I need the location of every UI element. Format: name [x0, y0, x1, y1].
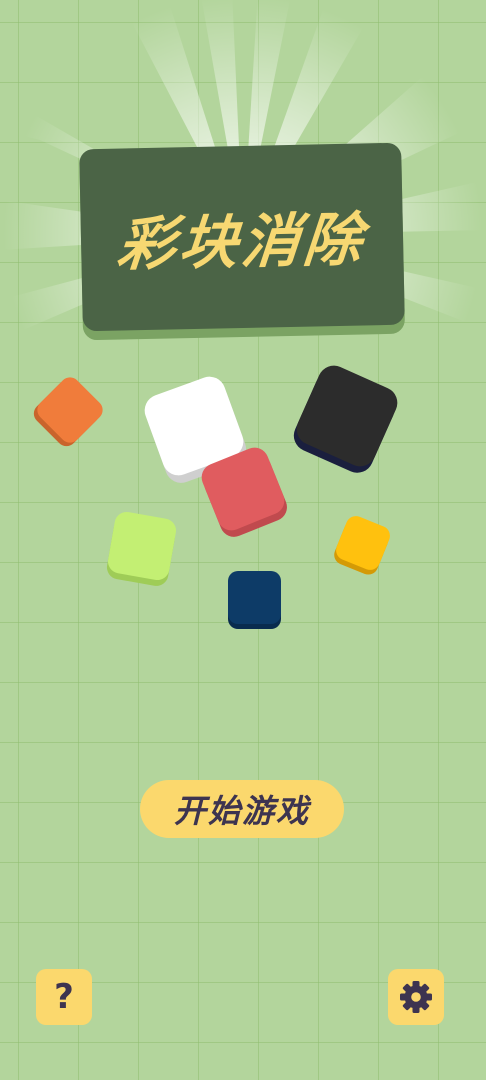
navy-block [228, 571, 281, 624]
black-block [291, 360, 403, 472]
yellow-block [333, 513, 393, 573]
game-title: 彩块消除 [114, 205, 369, 279]
title-board: 彩块消除 [79, 142, 405, 332]
settings-button[interactable] [388, 969, 444, 1025]
orange-block [33, 373, 107, 447]
gear-icon [400, 981, 432, 1013]
question-mark-icon: ? [54, 977, 74, 1017]
start-game-button[interactable]: 开始游戏 [140, 780, 344, 838]
help-button[interactable]: ? [36, 969, 92, 1025]
lime-block [106, 510, 178, 582]
